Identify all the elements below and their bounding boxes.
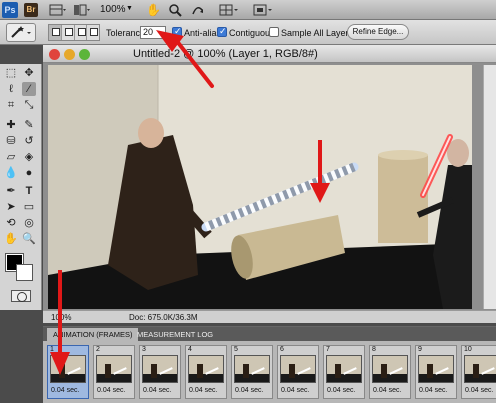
red-arrow-line [174,38,214,88]
red-arrow-up-left-icon [156,30,184,52]
annotation-overlay [50,30,214,375]
red-arrow-down-icon [50,352,70,375]
